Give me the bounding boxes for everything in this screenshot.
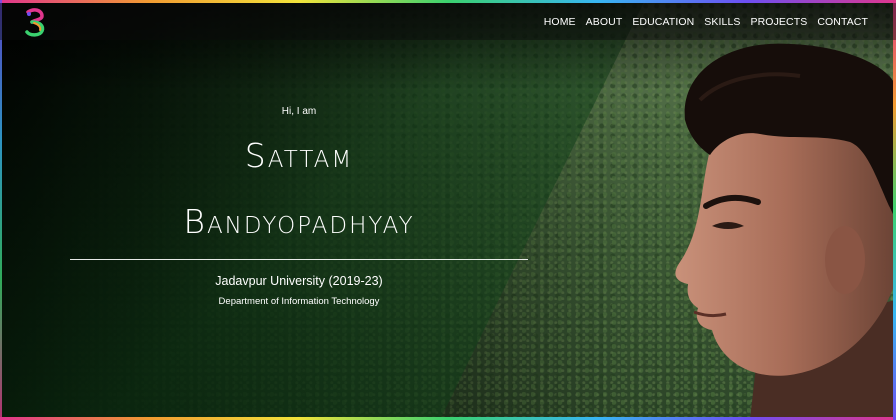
greeting-text: Hi, I am	[281, 106, 317, 117]
department-text: Department of Information Technology	[218, 296, 380, 307]
hero-section: HOME ABOUT EDUCATION SKILLS PROJECTS CON…	[0, 0, 896, 420]
last-name-heading: Bandyopadhyay	[183, 202, 415, 241]
logo-icon[interactable]	[22, 8, 48, 38]
first-name-heading: Sattam	[244, 136, 354, 175]
nav-education-link[interactable]: EDUCATION	[632, 16, 694, 28]
nav-skills-link[interactable]: SKILLS	[704, 16, 740, 28]
nav-about-link[interactable]: ABOUT	[586, 16, 623, 28]
nav-links: HOME ABOUT EDUCATION SKILLS PROJECTS CON…	[544, 3, 868, 40]
nav-contact-link[interactable]: CONTACT	[817, 16, 868, 28]
nav-home-link[interactable]: HOME	[544, 16, 576, 28]
university-text: Jadavpur University (2019-23)	[215, 274, 383, 288]
nav-projects-link[interactable]: PROJECTS	[751, 16, 808, 28]
hero-divider	[70, 259, 528, 260]
portrait-photo	[675, 43, 896, 420]
hero-text-block: Hi, I am Sattam Bandyopadhyay Jadavpur U…	[70, 0, 528, 420]
rainbow-left-border	[0, 0, 2, 420]
